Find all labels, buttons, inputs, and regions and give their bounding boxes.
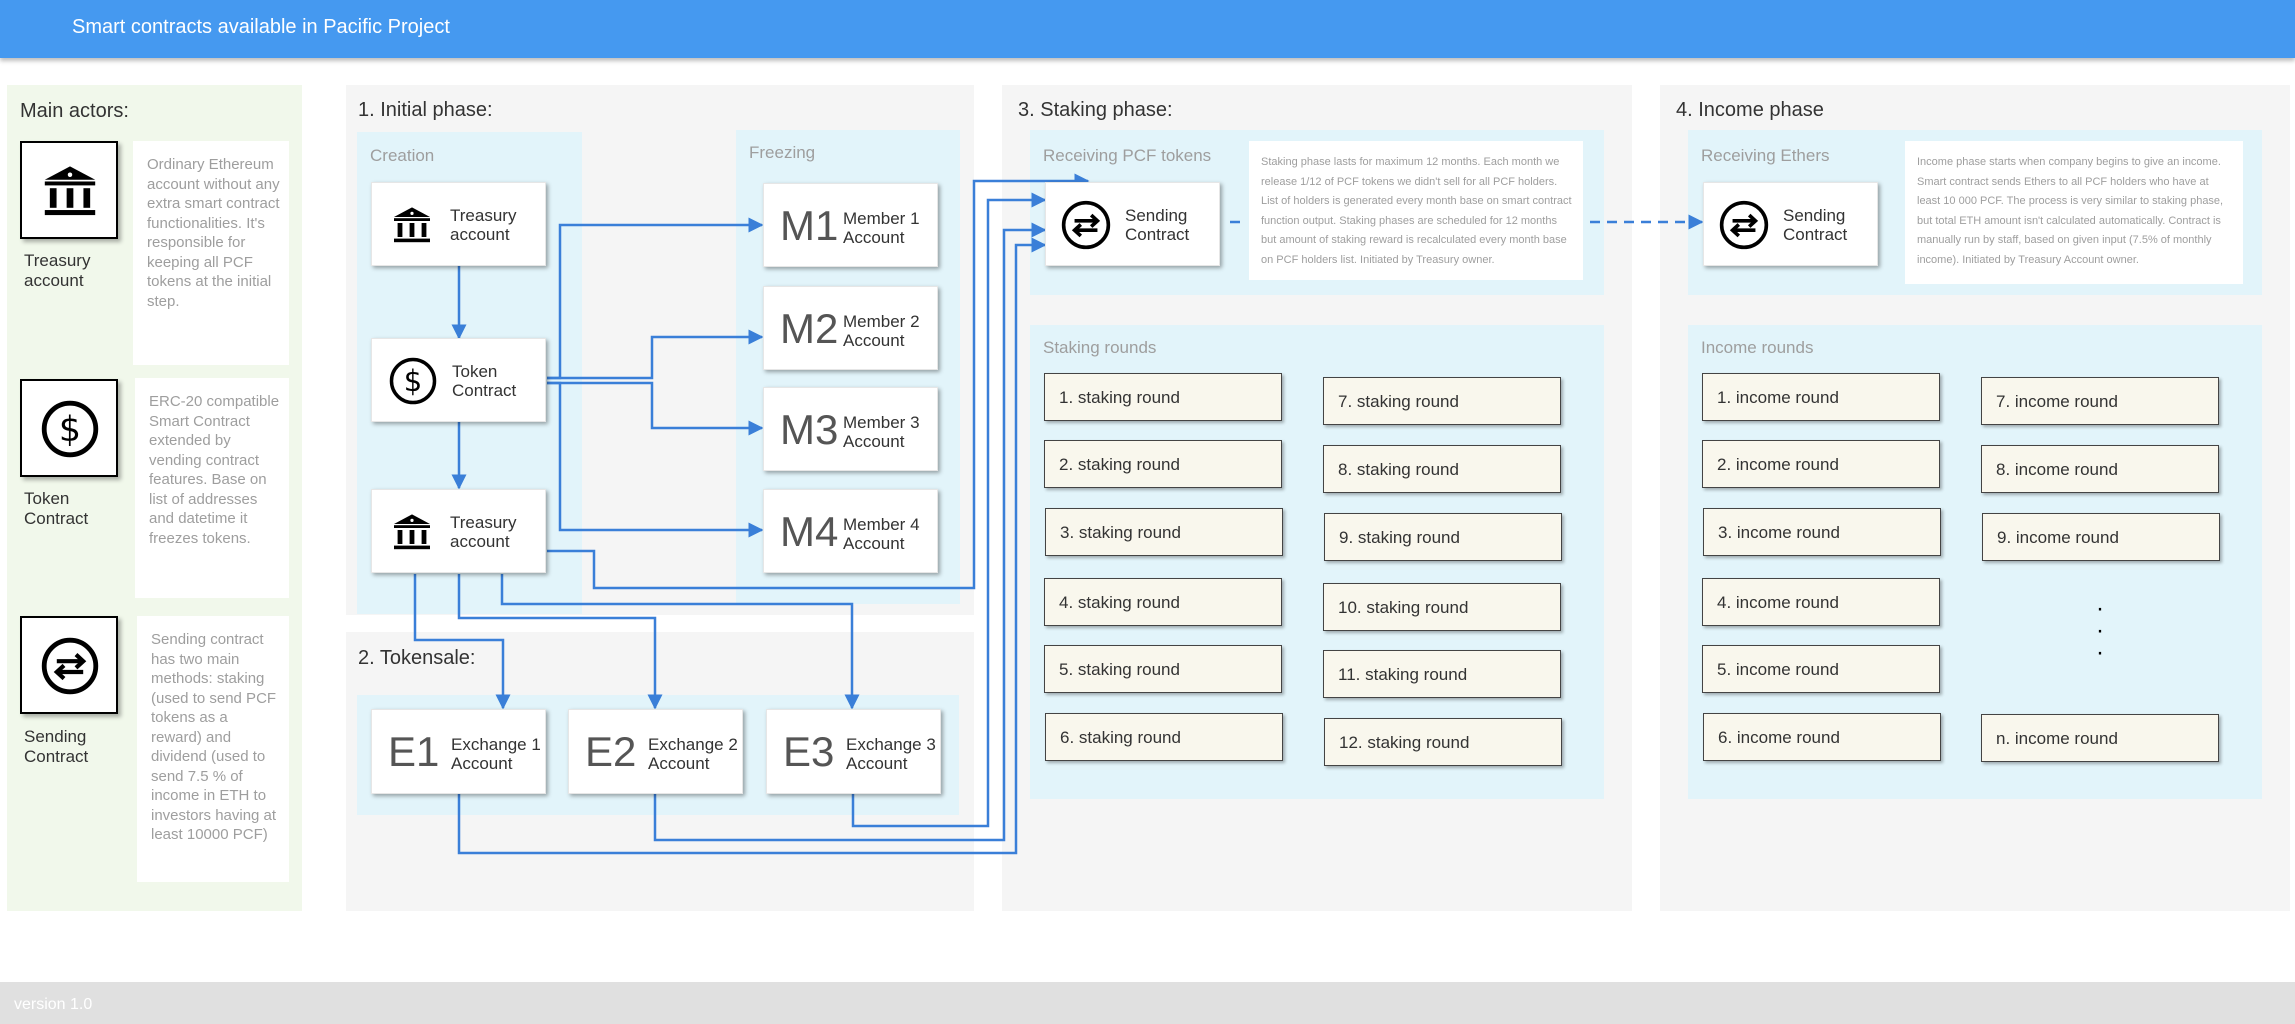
- treasury-account-card-bottom[interactable]: Treasury account: [371, 489, 546, 573]
- income-round-6[interactable]: 6. income round: [1703, 713, 1941, 761]
- arrow-token-to-m4: [547, 381, 764, 538]
- arrow-treasury-to-e3: [500, 574, 860, 710]
- income-round-8[interactable]: 8. income round: [1981, 445, 2219, 493]
- card-label: Exchange 2 Account: [648, 735, 738, 773]
- income-round-2[interactable]: 2. income round: [1702, 440, 1940, 488]
- card-label: Treasury account: [450, 513, 517, 551]
- member-code: M1: [780, 202, 839, 249]
- staking-round-10[interactable]: 10. staking round: [1323, 583, 1561, 631]
- income-round-7[interactable]: 7. income round: [1981, 377, 2219, 425]
- bank-icon: [394, 514, 430, 550]
- arrow-token-to-m1: [547, 217, 764, 380]
- arrow-token-to-m2: [547, 329, 764, 380]
- card-label: Member 4 Account: [843, 515, 920, 553]
- treasury-account-card-top[interactable]: Treasury account: [371, 182, 546, 266]
- card-label: Member 1 Account: [843, 209, 920, 247]
- card-label: Member 3 Account: [843, 413, 920, 451]
- staking-sending-contract-card[interactable]: Sending Contract: [1045, 182, 1220, 266]
- member-code: M3: [780, 406, 839, 453]
- staking-round-6[interactable]: 6. staking round: [1045, 713, 1283, 761]
- income-round-5[interactable]: 5. income round: [1702, 645, 1940, 693]
- token-contract-card[interactable]: $ Token Contract: [371, 338, 546, 422]
- member-4-card[interactable]: M4 Member 4 Account: [763, 489, 938, 573]
- card-label: Exchange 3 Account: [846, 735, 936, 773]
- member-1-card[interactable]: M1 Member 1 Account: [763, 183, 938, 267]
- income-round-4[interactable]: 4. income round: [1702, 578, 1940, 626]
- card-label: Treasury account: [450, 206, 517, 244]
- staking-round-3[interactable]: 3. staking round: [1045, 508, 1283, 556]
- card-label: Token Contract: [452, 362, 517, 400]
- exchange-code: E3: [783, 728, 835, 775]
- card-label: Sending Contract: [1125, 206, 1190, 244]
- staking-round-8[interactable]: 8. staking round: [1323, 445, 1561, 493]
- member-2-card[interactable]: M2 Member 2 Account: [763, 286, 938, 370]
- member-code: M4: [780, 508, 839, 555]
- member-3-card[interactable]: M3 Member 3 Account: [763, 387, 938, 471]
- exchange-arrows-icon: [1719, 200, 1769, 250]
- arrow-token-to-m3: [547, 381, 764, 436]
- dollar-coin-icon: $: [389, 357, 437, 405]
- card-label: Member 2 Account: [843, 312, 920, 350]
- exchange-code: E1: [388, 728, 440, 775]
- staking-round-4[interactable]: 4. staking round: [1044, 578, 1282, 626]
- staking-round-2[interactable]: 2. staking round: [1044, 440, 1282, 488]
- card-label: Sending Contract: [1783, 206, 1848, 244]
- exchange-code: E2: [585, 728, 637, 775]
- staking-round-7[interactable]: 7. staking round: [1323, 377, 1561, 425]
- staking-round-1[interactable]: 1. staking round: [1044, 373, 1282, 421]
- ellipsis-vertical: · · ·: [2096, 595, 2104, 666]
- staking-round-9[interactable]: 9. staking round: [1324, 513, 1562, 561]
- income-sending-contract-card[interactable]: Sending Contract: [1703, 182, 1878, 266]
- income-round-1[interactable]: 1. income round: [1702, 373, 1940, 421]
- income-round-9[interactable]: 9. income round: [1982, 513, 2220, 561]
- exchange-3-card[interactable]: E3 Exchange 3 Account: [766, 709, 941, 794]
- exchange-1-card[interactable]: E1 Exchange 1 Account: [371, 709, 546, 794]
- card-label: Exchange 1 Account: [451, 735, 541, 773]
- staking-round-11[interactable]: 11. staking round: [1323, 650, 1561, 698]
- exchange-2-card[interactable]: E2 Exchange 2 Account: [568, 709, 743, 794]
- staking-round-12[interactable]: 12. staking round: [1324, 718, 1562, 766]
- income-round-n[interactable]: n. income round: [1981, 714, 2219, 762]
- svg-text:$: $: [404, 364, 422, 398]
- member-code: M2: [780, 305, 839, 352]
- income-round-3[interactable]: 3. income round: [1703, 508, 1941, 556]
- exchange-arrows-icon: [1061, 200, 1111, 250]
- bank-icon: [394, 207, 430, 243]
- staking-round-5[interactable]: 5. staking round: [1044, 645, 1282, 693]
